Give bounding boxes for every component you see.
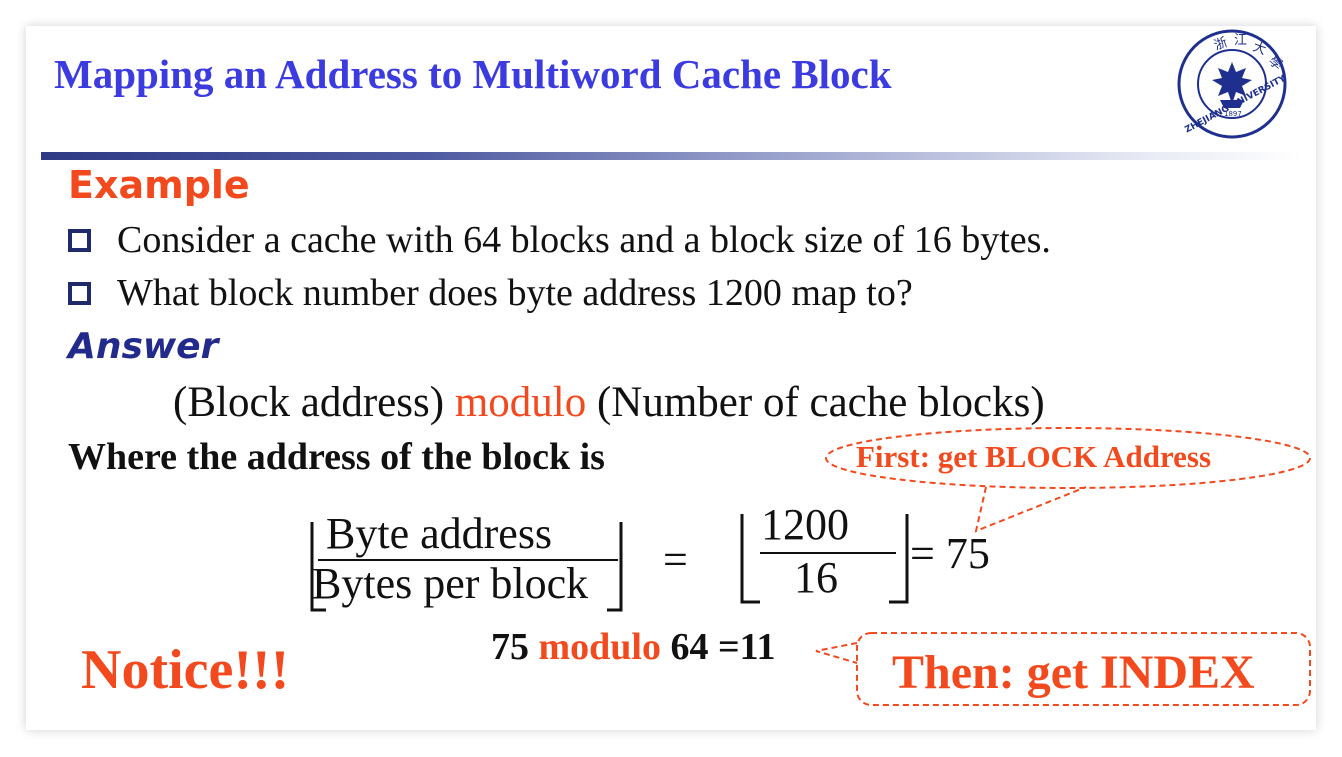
mod-left: 75 (491, 626, 529, 668)
notice-text: Notice!!! (81, 639, 290, 701)
first-callout-text: First: get BLOCK Address (856, 439, 1212, 474)
then-callout-text: Then: get INDEX (892, 646, 1255, 699)
mod-operator: modulo (538, 626, 661, 668)
fraction-value-numerator: 1200 (761, 500, 849, 549)
right-floor-bracket-right (889, 514, 909, 604)
annotation-overlay (310, 427, 1311, 706)
mod-right: 64 =11 (670, 626, 776, 668)
fraction-value-denominator: 16 (794, 553, 838, 602)
index-calculation: 75 modulo 64 =11 (491, 626, 776, 670)
then-callout-pointer (815, 642, 858, 664)
right-floor-bracket-left (740, 514, 760, 604)
left-floor-bracket-right (607, 522, 623, 612)
first-callout-pointer (974, 486, 1087, 533)
equals-sign: = (663, 535, 688, 584)
block-address-result: = 75 (910, 529, 990, 578)
fraction-numerator: Byte address (326, 509, 553, 558)
fraction-denominator: Bytes per block (312, 559, 589, 608)
slide: Mapping an Address to Multiword Cache Bl… (26, 26, 1316, 730)
